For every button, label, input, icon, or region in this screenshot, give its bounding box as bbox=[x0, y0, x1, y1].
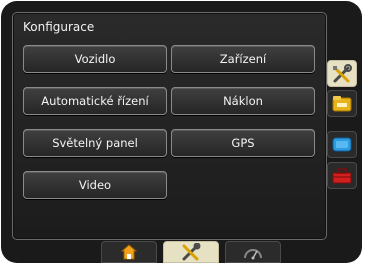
devices-button[interactable]: Zařízení bbox=[171, 45, 315, 73]
screen: Konfigurace Vozidlo Zařízení Automatické… bbox=[1, 1, 362, 263]
wrench-screwdriver-icon bbox=[333, 63, 352, 82]
home-icon bbox=[120, 244, 138, 260]
vehicle-button[interactable]: Vozidlo bbox=[23, 45, 167, 73]
monitor-icon bbox=[332, 137, 352, 151]
bottom-tab-tools[interactable] bbox=[163, 241, 219, 263]
bottom-tab-gauge[interactable] bbox=[225, 241, 281, 263]
gauge-icon bbox=[244, 249, 262, 260]
side-tab-display[interactable] bbox=[327, 131, 357, 158]
side-tab-toolbox[interactable] bbox=[327, 162, 357, 189]
bottom-tab-home[interactable] bbox=[101, 241, 157, 263]
lightbar-button[interactable]: Světelný panel bbox=[23, 129, 167, 157]
configuration-panel: Konfigurace Vozidlo Zařízení Automatické… bbox=[12, 12, 327, 240]
panel-title: Konfigurace bbox=[23, 20, 95, 34]
tilt-button[interactable]: Náklon bbox=[171, 87, 315, 115]
toolbox-icon bbox=[332, 167, 352, 183]
side-tab-files[interactable] bbox=[327, 90, 357, 117]
folder-icon bbox=[332, 95, 352, 111]
bottom-tab-bar bbox=[101, 241, 281, 263]
wrench-screwdriver-icon bbox=[182, 243, 201, 261]
video-button[interactable]: Video bbox=[23, 171, 167, 199]
side-tab-tools[interactable] bbox=[327, 60, 357, 87]
auto-steering-button[interactable]: Automatické řízení bbox=[23, 87, 167, 115]
gps-button[interactable]: GPS bbox=[171, 129, 315, 157]
